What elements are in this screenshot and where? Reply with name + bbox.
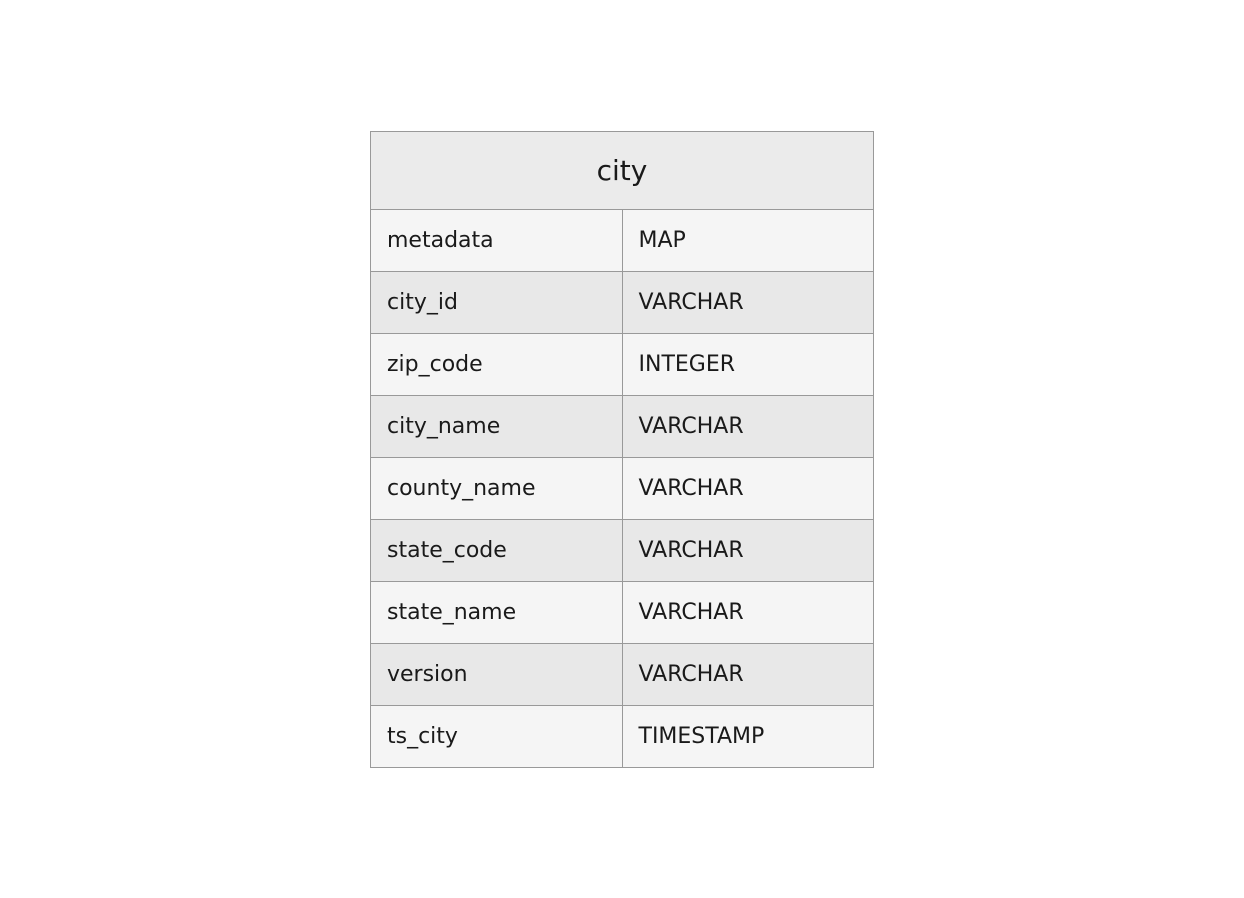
table-row: versionVARCHAR bbox=[371, 643, 873, 705]
table-row: zip_codeINTEGER bbox=[371, 333, 873, 395]
table-title: city bbox=[371, 132, 873, 210]
column-name: city_id bbox=[371, 271, 622, 333]
table-row: state_nameVARCHAR bbox=[371, 581, 873, 643]
column-name: metadata bbox=[371, 209, 622, 271]
table-row: city_nameVARCHAR bbox=[371, 395, 873, 457]
column-name: zip_code bbox=[371, 333, 622, 395]
column-name: city_name bbox=[371, 395, 622, 457]
column-type: VARCHAR bbox=[622, 457, 873, 519]
column-type: VARCHAR bbox=[622, 395, 873, 457]
table-title-row: city bbox=[371, 132, 873, 210]
column-name: county_name bbox=[371, 457, 622, 519]
column-type: INTEGER bbox=[622, 333, 873, 395]
column-type: MAP bbox=[622, 209, 873, 271]
column-type: VARCHAR bbox=[622, 581, 873, 643]
column-type: VARCHAR bbox=[622, 519, 873, 581]
table-row: ts_cityTIMESTAMP bbox=[371, 705, 873, 767]
column-name: version bbox=[371, 643, 622, 705]
table-row: city_idVARCHAR bbox=[371, 271, 873, 333]
schema-table: city metadataMAPcity_idVARCHARzip_codeIN… bbox=[370, 131, 874, 768]
column-name: state_code bbox=[371, 519, 622, 581]
column-type: VARCHAR bbox=[622, 271, 873, 333]
table-row: county_nameVARCHAR bbox=[371, 457, 873, 519]
table-row: metadataMAP bbox=[371, 209, 873, 271]
column-type: TIMESTAMP bbox=[622, 705, 873, 767]
table-row: state_codeVARCHAR bbox=[371, 519, 873, 581]
column-type: VARCHAR bbox=[622, 643, 873, 705]
column-name: ts_city bbox=[371, 705, 622, 767]
column-name: state_name bbox=[371, 581, 622, 643]
